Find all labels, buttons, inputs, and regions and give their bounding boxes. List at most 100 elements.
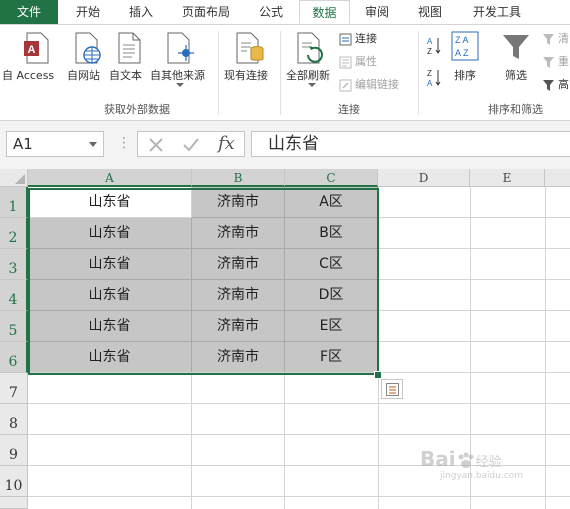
properties-icon xyxy=(339,56,352,68)
select-all-triangle-icon xyxy=(15,174,25,184)
sort-za-icon: Z A xyxy=(427,69,441,88)
name-box-value: A1 xyxy=(13,135,33,153)
group-separator xyxy=(280,31,281,115)
edit-links-label: 编辑链接 xyxy=(355,78,399,91)
advanced-filter-button[interactable]: 高 xyxy=(542,76,569,94)
text-file-icon xyxy=(118,32,141,64)
watermark-sub: 经验 xyxy=(475,455,502,470)
clear-filter-button[interactable]: 清 xyxy=(542,30,569,48)
tab-home[interactable]: 开始 xyxy=(60,0,116,24)
row-header-2[interactable]: 2 xyxy=(0,218,28,249)
svg-text:Z A: Z A xyxy=(455,35,469,45)
tab-review[interactable]: 审阅 xyxy=(352,0,402,24)
paw-icon xyxy=(458,452,474,468)
reapply-button[interactable]: 重 xyxy=(542,53,569,71)
tab-view[interactable]: 视图 xyxy=(404,0,456,24)
connections-button[interactable]: 连接 xyxy=(339,30,377,48)
select-all-corner[interactable] xyxy=(0,169,28,187)
tab-file[interactable]: 文件 xyxy=(0,0,58,24)
enter-check-icon[interactable] xyxy=(182,137,200,153)
row-header-9[interactable]: 9 xyxy=(0,435,28,466)
row-header-10[interactable]: 10 xyxy=(0,466,28,497)
group-label-get-external: 获取外部数据 xyxy=(104,103,170,116)
chevron-down-icon xyxy=(176,83,184,87)
quick-analysis-icon xyxy=(386,383,399,396)
row-header-1[interactable]: 1 xyxy=(0,187,28,218)
quick-analysis-button[interactable] xyxy=(381,379,403,399)
clear-filter-label: 清 xyxy=(558,32,569,45)
column-header-f[interactable] xyxy=(545,169,570,187)
refresh-icon xyxy=(297,32,323,64)
row-header-7[interactable]: 7 xyxy=(0,373,28,404)
formula-buttons: fx xyxy=(137,131,245,157)
column-header-d[interactable]: D xyxy=(378,169,470,187)
column-header-e[interactable]: E xyxy=(470,169,545,187)
tab-formulas[interactable]: 公式 xyxy=(246,0,296,24)
reapply-label: 重 xyxy=(558,55,569,68)
chevron-down-icon xyxy=(308,83,316,87)
other-sources-icon xyxy=(167,32,194,64)
group-separator xyxy=(418,31,419,115)
group-label-sort-filter: 排序和筛选 xyxy=(488,103,543,116)
access-icon: A xyxy=(24,32,49,64)
column-header-c[interactable]: C xyxy=(285,169,378,187)
tab-insert[interactable]: 插入 xyxy=(116,0,166,24)
properties-label: 属性 xyxy=(355,55,377,68)
from-text-button[interactable]: 自文本 xyxy=(109,67,142,83)
sort-az-icon: A Z xyxy=(427,37,441,56)
group-label-connections: 连接 xyxy=(338,103,360,116)
watermark: Bai 经验 jingyan.baidu.com xyxy=(420,447,523,481)
tab-data[interactable]: 数据 xyxy=(299,0,350,24)
row-header-8[interactable]: 8 xyxy=(0,404,28,435)
edit-links-icon xyxy=(339,79,352,91)
advanced-filter-icon xyxy=(543,79,554,91)
worksheet-grid: A B C D E 1 2 3 4 5 6 7 8 9 10 山东省 济南市 A… xyxy=(0,169,570,509)
from-other-sources-button[interactable]: 自其他来源 xyxy=(150,67,205,83)
column-header-a[interactable]: A xyxy=(28,169,192,187)
formula-bar: A1 ⋮ fx 山东省 xyxy=(0,121,570,169)
group-separator xyxy=(218,31,219,115)
row-header-6[interactable]: 6 xyxy=(0,342,28,373)
from-access-button[interactable]: 自 Access xyxy=(2,67,54,83)
more-icon: ⋮ xyxy=(117,135,131,151)
svg-text:A Z: A Z xyxy=(455,48,469,58)
tab-page-layout[interactable]: 页面布局 xyxy=(170,0,242,24)
existing-connections-icon xyxy=(236,32,264,64)
fill-handle[interactable] xyxy=(374,371,382,379)
svg-text:A: A xyxy=(427,79,433,88)
cancel-icon[interactable] xyxy=(148,137,164,153)
clear-filter-icon xyxy=(543,33,554,45)
formula-input[interactable]: 山东省 xyxy=(251,131,570,157)
sort-icon: Z A A Z xyxy=(451,31,479,61)
row-header-5[interactable]: 5 xyxy=(0,311,28,342)
filter-button[interactable]: 筛选 xyxy=(505,67,527,83)
ribbon: A 自 Access 自网站 自文本 自其他来源 获取外部数据 现有连接 全部刷… xyxy=(0,25,570,121)
row-header-3[interactable]: 3 xyxy=(0,249,28,280)
insert-function-button[interactable]: fx xyxy=(218,133,235,154)
existing-connections-button[interactable]: 现有连接 xyxy=(224,67,268,83)
column-header-b[interactable]: B xyxy=(192,169,285,187)
ribbon-tab-bar: 文件 开始 插入 页面布局 公式 数据 审阅 视图 开发工具 xyxy=(0,0,570,25)
properties-button[interactable]: 属性 xyxy=(339,53,377,71)
name-box[interactable]: A1 xyxy=(6,131,104,157)
row-header-4[interactable]: 4 xyxy=(0,280,28,311)
edit-links-button[interactable]: 编辑链接 xyxy=(339,76,399,94)
advanced-filter-label: 高 xyxy=(558,78,569,91)
refresh-all-button[interactable]: 全部刷新 xyxy=(286,67,330,83)
connections-icon xyxy=(339,33,352,45)
svg-text:Z: Z xyxy=(427,47,432,56)
chevron-down-icon[interactable] xyxy=(89,142,97,147)
reapply-icon xyxy=(543,56,554,68)
watermark-brand: Bai xyxy=(420,447,456,471)
row-header-11[interactable] xyxy=(0,497,28,509)
svg-text:A: A xyxy=(427,37,433,46)
svg-text:Z: Z xyxy=(427,69,432,78)
watermark-domain: jingyan.baidu.com xyxy=(440,471,524,481)
connections-label: 连接 xyxy=(355,32,377,45)
tab-developer[interactable]: 开发工具 xyxy=(458,0,536,24)
web-icon xyxy=(75,32,101,64)
sort-button[interactable]: 排序 xyxy=(454,67,476,83)
from-web-button[interactable]: 自网站 xyxy=(67,67,100,83)
filter-icon xyxy=(503,35,529,59)
svg-text:A: A xyxy=(28,44,36,56)
